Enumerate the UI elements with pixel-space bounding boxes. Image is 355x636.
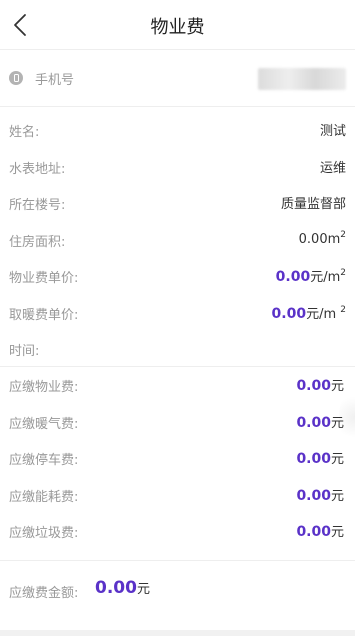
info-row-name: 姓名: 测试 [0, 112, 355, 149]
fee-unit: 元 [330, 452, 344, 467]
info-value: 0.00元/m 2 [272, 303, 346, 322]
info-row-property-unit-price: 物业费单价: 0.00元/m2 [0, 258, 355, 295]
heating-unit-price-amount: 0.00 [271, 305, 307, 322]
total-label: 应缴费金额: [9, 586, 79, 601]
property-unit-price-sup: 2 [340, 268, 346, 278]
fee-label: 应缴垃圾费: [9, 526, 79, 541]
fee-row-energy: 应缴能耗费: 0.00元 [0, 477, 355, 514]
info-label: 取暖费单价: [9, 307, 79, 323]
info-label: 水表地址: [9, 161, 66, 177]
heating-unit-price-unit: 元/m [306, 306, 341, 322]
fee-row-heating: 应缴暖气费: 0.00元 [0, 404, 355, 441]
area-sup: 2 [340, 229, 346, 240]
total-row: 应缴费金额: 0.00元 [0, 560, 355, 620]
info-value: 0.00元/m2 [276, 266, 346, 285]
info-value: 质量监督部 [280, 197, 346, 212]
fee-label: 应缴停车费: [9, 453, 79, 468]
fee-label: 应缴暖气费: [9, 416, 79, 432]
info-value: 0.00m2 [299, 230, 346, 247]
fee-value: 0.00元 [296, 448, 344, 467]
info-row-area: 住房面积: 0.00m2 [0, 222, 355, 259]
info-label: 时间: [9, 344, 40, 359]
fee-row-parking: 应缴停车费: 0.00元 [0, 440, 355, 477]
fee-row-garbage: 应缴垃圾费: 0.00元 [0, 513, 355, 550]
property-unit-price-unit: 元/m [310, 270, 341, 285]
total-amount: 0.00 [95, 578, 137, 598]
phone-value-redacted [258, 68, 346, 90]
total-unit: 元 [136, 582, 150, 597]
fee-amount: 0.00 [296, 451, 331, 467]
phone-label: 手机号 [35, 73, 75, 88]
phone-row: 手机号 [0, 51, 355, 107]
info-value: 测试 [319, 124, 346, 139]
fee-value: 0.00元 [296, 485, 344, 504]
total-value: 0.00元 [95, 578, 150, 598]
info-label: 所在楼号: [9, 198, 66, 213]
info-section: 姓名: 测试 水表地址: 运维 所在楼号: 质量监督部 住房面积: 0.00m2… [0, 112, 355, 368]
info-value: 运维 [319, 160, 346, 176]
fee-unit: 元 [330, 488, 344, 504]
fee-amount: 0.00 [296, 414, 331, 431]
fee-unit: 元 [330, 525, 344, 540]
info-label: 姓名: [9, 125, 40, 140]
page-title: 物业费 [150, 17, 205, 38]
edge-shadow [339, 392, 355, 442]
phone-icon [9, 71, 23, 85]
fee-value: 0.00元 [296, 375, 344, 394]
info-label: 物业费单价: [9, 271, 79, 286]
info-label: 住房面积: [9, 234, 66, 250]
info-row-time: 时间: [0, 331, 355, 368]
bottom-divider [0, 630, 355, 636]
fee-unit: 元 [330, 379, 344, 394]
heating-unit-price-sup: 2 [340, 304, 346, 315]
fee-row-property: 应缴物业费: 0.00元 [0, 367, 355, 404]
header-bar: 物业费 [0, 0, 355, 50]
fee-amount: 0.00 [296, 378, 331, 394]
fee-label: 应缴物业费: [9, 380, 79, 395]
fee-value: 0.00元 [296, 521, 344, 540]
fee-value: 0.00元 [296, 412, 344, 431]
fees-section: 应缴物业费: 0.00元 应缴暖气费: 0.00元 应缴停车费: 0.00元 应… [0, 366, 355, 550]
fee-amount: 0.00 [296, 487, 331, 504]
property-unit-price-amount: 0.00 [275, 269, 311, 285]
fee-label: 应缴能耗费: [9, 489, 79, 505]
info-row-heating-unit-price: 取暖费单价: 0.00元/m 2 [0, 295, 355, 332]
fee-amount: 0.00 [296, 524, 331, 540]
info-row-building: 所在楼号: 质量监督部 [0, 185, 355, 222]
area-value: 0.00m [298, 231, 341, 247]
info-row-meter-address: 水表地址: 运维 [0, 149, 355, 186]
